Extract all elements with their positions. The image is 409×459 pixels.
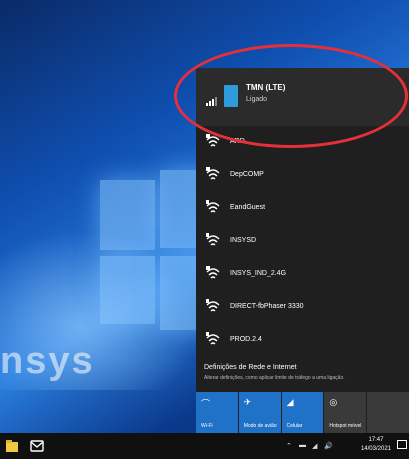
wifi-secured-icon [206, 167, 220, 180]
network-name: PROD.2.4 [230, 336, 262, 343]
network-name: DIRECT-fbPhaser 3330 [230, 303, 304, 310]
mail-icon[interactable] [30, 439, 44, 453]
cellular-icon: ◢ [286, 397, 294, 407]
airplane-mode-label: Modo de avião [243, 423, 277, 429]
network-item[interactable]: DepCOMP [196, 159, 409, 192]
clock[interactable]: 17:47 14/03/2021 [361, 436, 391, 454]
network-signal-icon[interactable]: ◢ [312, 442, 317, 450]
wifi-open-icon [206, 233, 220, 246]
clock-time: 17:47 [368, 437, 384, 443]
taskbar: ⌃ ▬ ◢ 🔊 17:47 14/03/2021 [0, 433, 409, 459]
network-settings-title: Definições de Rede e Internet [204, 364, 297, 371]
volume-icon[interactable]: 🔊 [324, 442, 333, 450]
wifi-toggle-label: Wi-Fi [201, 423, 213, 429]
wifi-secured-icon [206, 266, 220, 279]
network-list: ARD DepCOMP EandGuest INSYSD INSYS_IND_2… [196, 126, 409, 357]
network-item[interactable]: PROD.2.4 [196, 324, 409, 357]
show-hidden-icons-icon[interactable]: ⌃ [286, 442, 292, 450]
battery-icon[interactable]: ▬ [299, 442, 306, 449]
network-item[interactable]: DIRECT-fbPhaser 3330 [196, 291, 409, 324]
mobile-hotspot-label: Hotspot móvel [329, 423, 362, 429]
airplane-mode-toggle[interactable]: ✈ Modo de avião [238, 392, 281, 433]
highlight-ellipse [174, 44, 408, 148]
wallpaper-brand-text: nsys [0, 340, 95, 382]
wifi-toggle[interactable]: ⌒ Wi-Fi [196, 392, 238, 433]
network-name: INSYS_IND_2.4G [230, 270, 287, 277]
wifi-open-icon [206, 200, 220, 213]
hotspot-icon: ◎ [329, 397, 338, 407]
mobile-hotspot-toggle[interactable]: ◎ Hotspot móvel [324, 392, 367, 433]
network-settings-subtitle: Alterar definições, como aplicar limite … [204, 375, 345, 381]
wifi-open-icon [206, 332, 220, 345]
network-item[interactable]: EandGuest [196, 192, 409, 225]
airplane-icon: ✈ [243, 397, 252, 407]
cellular-toggle-label: Celular [286, 423, 303, 429]
network-settings-link[interactable]: Definições de Rede e Internet Alterar de… [196, 362, 409, 392]
network-item[interactable]: INSYS_IND_2.4G [196, 258, 409, 291]
quick-action-extra[interactable] [367, 392, 409, 433]
network-name: INSYSD [230, 237, 257, 244]
network-name: DepCOMP [230, 171, 264, 178]
wifi-open-icon [206, 299, 220, 312]
network-name: EandGuest [230, 204, 266, 211]
wifi-icon: ⌒ [201, 399, 211, 409]
action-center-icon[interactable] [397, 440, 407, 451]
cellular-toggle[interactable]: ◢ Celular [281, 392, 324, 433]
clock-date: 14/03/2021 [360, 446, 391, 452]
file-explorer-icon[interactable] [6, 439, 18, 453]
network-item[interactable]: INSYSD [196, 225, 409, 258]
quick-actions: ⌒ Wi-Fi ✈ Modo de avião ◢ Celular ◎ Hots… [196, 392, 409, 433]
